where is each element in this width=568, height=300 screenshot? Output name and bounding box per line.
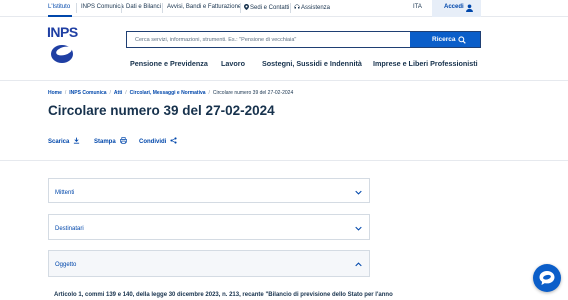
sedi-contatti-label: Sedi e Contatti — [250, 5, 290, 11]
divider — [240, 3, 241, 13]
accordion-mittenti[interactable]: Mittenti — [48, 178, 370, 203]
inps-logo[interactable]: INPS — [47, 24, 83, 68]
print-label: Stampa — [94, 139, 116, 145]
breadcrumb: Home / INPS Comunica / Atti / Circolari, Messa… — [48, 90, 294, 96]
user-icon — [466, 4, 473, 12]
chat-bubble-icon — [539, 271, 555, 285]
chevron-down-icon — [355, 226, 362, 231]
accordion-destinatari[interactable]: Destinatari — [48, 214, 370, 240]
topbar-link-assistenza[interactable]: Assistenza — [294, 4, 330, 11]
login-label: Accedi — [444, 4, 464, 10]
share-button[interactable]: Condividi — [139, 137, 177, 145]
accordion-oggetto[interactable]: Oggetto — [48, 250, 370, 277]
print-icon — [119, 137, 127, 144]
nav-imprese-professionisti[interactable]: Imprese e Liberi Professionisti — [373, 59, 478, 68]
topbar-link-avvisi-bandi[interactable]: Avvisi, Bandi e Fatturazione — [167, 4, 241, 10]
content-divider — [0, 160, 568, 161]
nav-lavoro[interactable]: Lavoro — [221, 59, 245, 68]
search-button-label: Ricerca — [432, 36, 456, 43]
download-icon — [74, 137, 80, 144]
topbar-link-istituto[interactable]: L'Istituto — [48, 4, 70, 10]
share-icon — [170, 137, 177, 144]
search-input[interactable] — [127, 32, 409, 47]
logo-text: INPS — [47, 24, 78, 40]
divider — [121, 3, 122, 13]
download-label: Scarica — [48, 139, 70, 145]
headset-icon — [294, 4, 300, 9]
share-label: Condividi — [139, 139, 167, 145]
accordion-mittenti-label: Mittenti — [55, 190, 75, 196]
logo-swirl-icon — [51, 45, 73, 63]
breadcrumb-atti[interactable]: Atti — [114, 90, 122, 96]
language-selector[interactable]: ITA — [413, 4, 422, 10]
nav-sostegni-sussidi[interactable]: Sostegni, Sussidi e Indennità — [262, 59, 362, 68]
oggetto-content-text: Articolo 1, commi 139 e 140, della legge… — [54, 292, 393, 298]
nav-pensione-previdenza[interactable]: Pensione e Previdenza — [130, 59, 208, 68]
topbar-link-sedi-contatti[interactable]: Sedi e Contatti — [244, 4, 289, 11]
chat-assistant-button[interactable] — [533, 264, 561, 292]
accordion-oggetto-label: Oggetto — [55, 262, 77, 268]
top-utility-bar: L'Istituto INPS Comunica Dati e Bilanci … — [0, 0, 568, 17]
breadcrumb-home[interactable]: Home — [48, 90, 62, 96]
breadcrumb-inps-comunica[interactable]: INPS Comunica — [69, 90, 106, 96]
chevron-down-icon — [355, 190, 362, 195]
download-button[interactable]: Scarica — [48, 137, 80, 145]
divider — [162, 3, 163, 13]
chevron-up-icon — [355, 262, 362, 267]
breadcrumb-circolari[interactable]: Circolari, Messaggi e Normativa — [130, 90, 206, 96]
map-pin-icon — [244, 4, 249, 10]
divider — [76, 3, 77, 13]
topbar-link-inps-comunica[interactable]: INPS Comunica — [81, 4, 124, 10]
active-indicator — [48, 15, 72, 17]
login-button[interactable]: Accedi — [432, 0, 481, 17]
search-icon — [458, 36, 466, 44]
search-button[interactable]: Ricerca — [410, 31, 481, 48]
page-title: Circolare numero 39 del 27-02-2024 — [48, 103, 275, 118]
accordion-destinatari-label: Destinatari — [55, 226, 84, 232]
print-button[interactable]: Stampa — [94, 137, 127, 145]
divider — [290, 3, 291, 13]
search-field[interactable] — [126, 31, 410, 48]
breadcrumb-current: Circolare numero 39 del 27-02-2024 — [212, 90, 294, 96]
assistenza-label: Assistenza — [301, 5, 331, 11]
topbar-link-dati-bilanci[interactable]: Dati e Bilanci — [126, 4, 161, 10]
header-divider — [0, 80, 568, 81]
